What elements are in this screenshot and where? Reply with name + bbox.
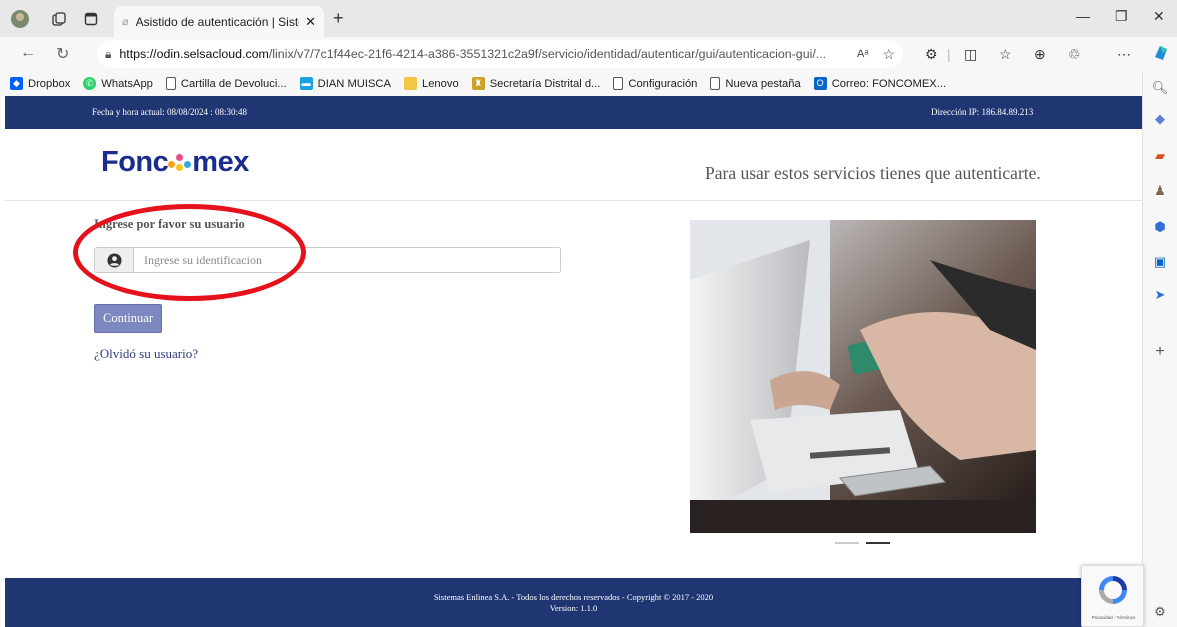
workspaces-icon[interactable]: [48, 8, 70, 30]
page-icon: [710, 77, 721, 90]
minimize-icon[interactable]: —: [1076, 8, 1090, 24]
copilot-icon[interactable]: [1151, 43, 1171, 66]
shopping-tag-icon[interactable]: ◆: [1151, 111, 1169, 127]
identification-input-group: [94, 247, 561, 273]
bookmark-lenovo[interactable]: Lenovo: [403, 77, 459, 90]
extensions-icon[interactable]: ⚙: [925, 46, 938, 63]
folder-icon: [403, 77, 417, 90]
profile-avatar-icon[interactable]: [9, 8, 31, 30]
site-info-icon[interactable]: 🔒︎: [105, 47, 111, 62]
foncomex-logo: Fonc mex: [101, 146, 249, 178]
outlook-icon: O: [813, 77, 827, 90]
bookmark-correo[interactable]: O Correo: FONCOMEX...: [813, 77, 946, 90]
recaptcha-badge[interactable]: Privacidad - Términos: [1081, 565, 1144, 627]
toolbar-divider: |: [947, 46, 951, 62]
address-bar[interactable]: 🔒︎ https://odin.selsacloud.com/linix/v7/…: [97, 40, 903, 68]
page-icon: [165, 77, 176, 90]
dropbox-icon: ◆: [10, 77, 23, 90]
send-icon[interactable]: ➤: [1151, 287, 1169, 303]
close-window-icon[interactable]: ✕: [1153, 8, 1165, 25]
microsoft365-icon[interactable]: ⬢: [1151, 219, 1169, 235]
performance-icon[interactable]: ♲: [1068, 46, 1081, 63]
add-sidebar-icon[interactable]: +: [1151, 343, 1169, 360]
bogota-icon: ♜: [471, 77, 485, 90]
header-strip: Fecha y hora actual: 08/08/2024 : 08:30:…: [5, 96, 1142, 129]
user-circle-icon: [95, 248, 134, 272]
current-datetime: Fecha y hora actual: 08/08/2024 : 08:30:…: [92, 107, 247, 117]
identification-input[interactable]: [134, 248, 560, 272]
bookmark-secretaria[interactable]: ♜ Secretaría Distrital d...: [471, 77, 600, 90]
collections-icon[interactable]: ⊕: [1034, 46, 1046, 63]
tools-briefcase-icon[interactable]: ▰: [1151, 148, 1169, 164]
restore-icon[interactable]: ❐: [1115, 8, 1128, 25]
more-menu-icon[interactable]: ⋯: [1117, 46, 1131, 63]
whatsapp-icon: ✆: [83, 77, 97, 90]
payment-laptop-photo: [690, 220, 1036, 533]
bookmark-dropbox[interactable]: ◆ Dropbox: [10, 77, 70, 90]
url-text: https://odin.selsacloud.com/linix/v7/7c1…: [119, 47, 827, 61]
page-icon: [613, 77, 624, 90]
copyright-text: Sistemas Enlinea S.A. - Todos los derech…: [433, 592, 714, 602]
forgot-user-link[interactable]: ¿Olvidó su usuario?: [94, 346, 198, 362]
close-tab-icon[interactable]: ✕: [305, 14, 316, 30]
tab-bar: ⌀ Asistido de autenticación | Sisten ✕ +…: [0, 0, 1177, 37]
outlook-sidebar-icon[interactable]: ▣: [1151, 254, 1169, 270]
auth-message: Para usar estos servicios tienes que aut…: [705, 163, 1041, 183]
bookmarks-bar: ◆ Dropbox ✆ WhatsApp Cartilla de Devoluc…: [0, 71, 1142, 96]
bookmark-dian[interactable]: ▬ DIAN MUISCA: [299, 77, 391, 90]
refresh-icon[interactable]: ↻: [56, 44, 69, 64]
active-tab[interactable]: ⌀ Asistido de autenticación | Sisten ✕: [114, 6, 324, 37]
ip-address: Dirección IP: 186.84.89.213: [931, 107, 1034, 117]
bookmark-configuracion[interactable]: Configuración: [613, 77, 697, 90]
games-icon[interactable]: ♟: [1151, 183, 1169, 199]
version-text: Version: 1.1.0: [549, 603, 598, 613]
continue-button[interactable]: Continuar: [94, 304, 162, 333]
web-page: Fecha y hora actual: 08/08/2024 : 08:30:…: [5, 96, 1144, 627]
tab-title: Asistido de autenticación | Sisten: [135, 14, 300, 29]
divider: [5, 200, 1142, 201]
recaptcha-terms[interactable]: Privacidad - Términos: [1082, 615, 1145, 620]
carousel-indicator-1[interactable]: [835, 542, 859, 544]
new-tab-icon[interactable]: +: [333, 8, 344, 29]
logo-people-icon: [168, 152, 192, 172]
back-icon[interactable]: ←: [20, 44, 36, 62]
bookmark-cartilla[interactable]: Cartilla de Devoluci...: [165, 77, 287, 90]
edge-sidebar: 🔍︎ ◆ ▰ ♟ ⬢ ▣ ➤ + ⚙: [1142, 71, 1177, 627]
favorite-star-icon[interactable]: ☆: [882, 46, 895, 63]
user-prompt-label: Ingrese por favor su usuario: [94, 217, 245, 231]
read-aloud-icon[interactable]: Aᵃ: [857, 48, 868, 60]
dian-icon: ▬: [299, 77, 313, 90]
bookmark-nueva-pestana[interactable]: Nueva pestaña: [710, 77, 801, 90]
page-footer: Sistemas Enlinea S.A. - Todos los derech…: [5, 578, 1142, 627]
tab-favicon-icon: ⌀: [122, 16, 129, 28]
tab-actions-icon[interactable]: [80, 8, 102, 30]
address-toolbar: ← ↻ 🔒︎ https://odin.selsacloud.com/linix…: [0, 37, 1177, 71]
recaptcha-icon: [1099, 576, 1127, 604]
split-screen-icon[interactable]: ◫: [964, 46, 977, 63]
search-icon[interactable]: 🔍︎: [1151, 80, 1169, 96]
sidebar-settings-icon[interactable]: ⚙: [1151, 604, 1169, 620]
bookmark-whatsapp[interactable]: ✆ WhatsApp: [83, 77, 153, 90]
favorites-icon[interactable]: ☆: [999, 46, 1012, 63]
carousel-indicator-2[interactable]: [866, 542, 890, 544]
